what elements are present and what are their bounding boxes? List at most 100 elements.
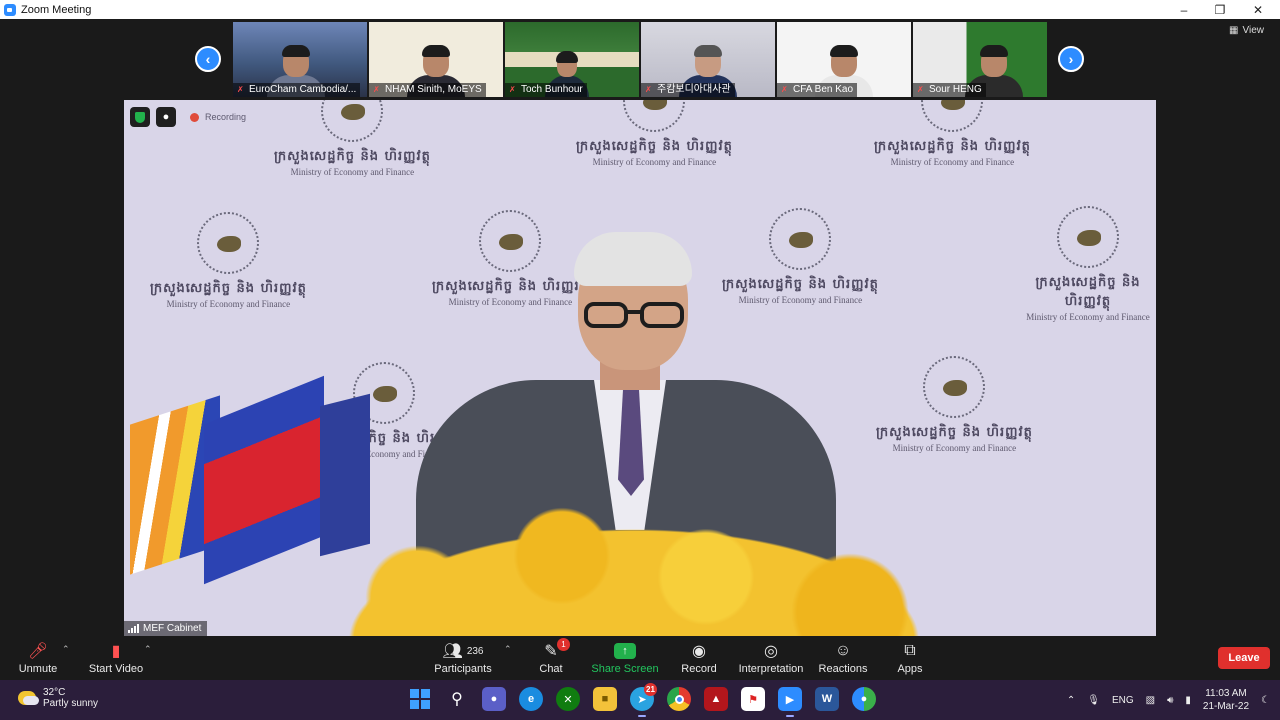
teams-chat-button[interactable]: ● <box>482 687 506 711</box>
network-icon[interactable]: ▧ <box>1146 695 1155 706</box>
weather-text: Partly sunny <box>43 698 99 709</box>
signal-icon <box>128 624 139 633</box>
globe-icon: ◎ <box>764 643 778 660</box>
unmute-label: Unmute <box>18 663 58 675</box>
record-button[interactable]: ◉ Record <box>661 640 737 678</box>
participant-name: NHAM Sinith, MoEYS <box>369 83 486 97</box>
record-label: Record <box>681 663 717 675</box>
audio-status-icon[interactable]: ● <box>156 107 176 127</box>
apps-button[interactable]: ⧉ Apps <box>872 640 948 678</box>
maximize-button[interactable]: ❐ <box>1200 0 1240 19</box>
clock[interactable]: 11:03 AM 21-Mar-22 <box>1203 687 1249 713</box>
app-icon: ▲ <box>710 693 722 705</box>
recording-icon <box>190 112 199 122</box>
participants-icon: 👥︎ <box>442 643 463 660</box>
participant-name: EuroCham Cambodia/... <box>233 83 361 97</box>
chrome-button[interactable] <box>667 687 691 711</box>
edge-button[interactable]: e <box>519 687 543 711</box>
partly-sunny-icon <box>18 691 39 705</box>
backdrop-kh-text: ក្រសួងសេដ្ឋកិច្ច និង ហិរញ្ញវត្ថុ <box>1035 275 1141 309</box>
participant-tile[interactable]: ✗ Toch Bunhour <box>505 22 639 97</box>
participant-tile[interactable]: ✗ 주캄보디아대사관 <box>641 22 775 97</box>
participants-count: 236 <box>466 645 484 657</box>
backdrop-logo: ក្រសួងសេដ្ឋកិច្ច និង ហិរញ្ញវត្ថុ Ministr… <box>876 356 1033 453</box>
ministry-emblem-icon <box>923 356 986 418</box>
backdrop-en-text: Ministry of Economy and Finance <box>1026 312 1150 322</box>
search-button[interactable]: ⚲ <box>445 687 469 711</box>
backdrop-kh-text: ក្រសួងសេដ្ឋកិច្ច និង ហិរញ្ញវត្ថុ <box>876 425 1033 440</box>
participant-tile[interactable]: ✗ Sour HENG <box>913 22 1047 97</box>
muted-mic-icon: ✗ <box>237 85 244 94</box>
backdrop-logo: ក្រសួងសេដ្ឋកិច្ច និង ហិរញ្ញវត្ថុ Ministr… <box>576 100 733 167</box>
video-off-icon: ▮ <box>111 643 121 660</box>
backdrop-logo: ក្រសួងសេដ្ឋកិច្ច និង ហិរញ្ញវត្ថុ Ministr… <box>150 212 307 309</box>
app-flag-button[interactable]: ⚑ <box>741 687 765 711</box>
share-screen-label: Share Screen <box>591 663 659 675</box>
reactions-button[interactable]: ☺ Reactions <box>805 640 881 678</box>
start-video-button[interactable]: ▮ Start Video <box>78 640 154 678</box>
chevron-up-icon[interactable]: ⌃ <box>1067 695 1075 706</box>
app-red-button[interactable]: ▲ <box>704 687 728 711</box>
previous-page-button[interactable]: ‹ <box>195 46 221 72</box>
chevron-left-icon: ‹ <box>205 51 211 67</box>
muted-mic-icon: ✗ <box>509 85 516 94</box>
weather-widget[interactable]: 32°C Partly sunny <box>18 687 98 709</box>
apps-icon: ⧉ <box>904 642 916 659</box>
app-icon: ● <box>860 693 868 705</box>
close-button[interactable]: ✕ <box>1238 0 1278 19</box>
view-button[interactable]: ▦ View <box>1229 25 1264 36</box>
battery-icon[interactable]: ▮ <box>1185 695 1191 706</box>
participant-tile[interactable]: ✗ NHAM Sinith, MoEYS <box>369 22 503 97</box>
recording-label: Recording <box>205 112 247 122</box>
telegram-badge: 21 <box>644 683 657 696</box>
start-button[interactable] <box>408 687 432 711</box>
participant-strip: ✗ EuroCham Cambodia/... ✗ NHAM Sinith, M… <box>233 22 1047 97</box>
muted-mic-icon: ✗ <box>917 85 924 94</box>
xbox-button[interactable]: ✕ <box>556 687 580 711</box>
video-options-caret[interactable]: ⌃ <box>144 644 152 655</box>
telegram-button[interactable]: ➤ 21 <box>630 683 657 717</box>
participant-tile[interactable]: ✗ EuroCham Cambodia/... <box>233 22 367 97</box>
participant-tile[interactable]: ✗ CFA Ben Kao <box>777 22 911 97</box>
encryption-shield-icon[interactable] <box>130 107 150 127</box>
backdrop-en-text: Ministry of Economy and Finance <box>166 299 291 309</box>
word-button[interactable]: W <box>815 687 839 711</box>
file-explorer-button[interactable]: ■ <box>593 687 617 711</box>
grid-icon: ▦ <box>1229 25 1239 36</box>
audio-options-caret[interactable]: ⌃ <box>62 644 70 655</box>
ministry-emblem-icon <box>1057 206 1119 268</box>
volume-icon[interactable]: 🔊︎ <box>1167 695 1173 706</box>
participants-label: Participants <box>434 663 492 675</box>
system-tray: ⌃ 🎙︎ ENG ▧ 🔊︎ ▮ 11:03 AM 21-Mar-22 ☾ <box>1067 680 1270 720</box>
zoom-taskbar-button[interactable]: ▶ <box>778 687 802 717</box>
interpretation-button[interactable]: ◎ Interpretation <box>733 640 809 678</box>
share-screen-button[interactable]: ↑ Share Screen <box>587 640 663 678</box>
muted-mic-icon: ✗ <box>781 85 788 94</box>
edge-icon: e <box>527 693 535 705</box>
participant-name: 주캄보디아대사관 <box>641 83 735 97</box>
record-icon: ◉ <box>692 643 706 660</box>
zoom-icon <box>4 3 16 16</box>
speaker-hair <box>574 232 692 286</box>
leave-button[interactable]: Leave <box>1218 647 1270 669</box>
microphone-icon[interactable]: 🎙︎ <box>1087 695 1100 706</box>
app-green-button[interactable]: ● <box>852 687 876 711</box>
language-indicator[interactable]: ENG <box>1112 695 1134 706</box>
minimize-button[interactable]: – <box>1164 0 1204 19</box>
backdrop-kh-text: ក្រសួងសេដ្ឋកិច្ច និង ហិរញ្ញវត្ថុ <box>874 139 1031 154</box>
muted-mic-icon: 🎤︎ <box>27 643 49 660</box>
moon-icon[interactable]: ☾ <box>1261 695 1270 706</box>
backdrop-kh-text: ក្រសួងសេដ្ឋកិច្ច និង ហិរញ្ញវត្ថុ <box>274 149 431 164</box>
word-icon: W <box>821 693 833 705</box>
chat-bubble-icon: ● <box>490 693 498 705</box>
taskbar-apps: ⚲ ● e ✕ ■ ➤ 21 ▲ ⚑ ▶ W ● <box>408 683 876 717</box>
backdrop-en-text: Ministry of Economy and Finance <box>890 157 1015 167</box>
next-page-button[interactable]: › <box>1058 46 1084 72</box>
window-title: Zoom Meeting <box>21 3 92 16</box>
participants-button[interactable]: 👥︎ 236 Participants <box>425 640 501 678</box>
chat-button[interactable]: ✎ 1 Chat <box>513 638 589 678</box>
apps-label: Apps <box>897 663 923 675</box>
clock-date: 21-Mar-22 <box>1202 701 1250 712</box>
participants-options-caret[interactable]: ⌃ <box>504 644 512 655</box>
chevron-right-icon: › <box>1068 51 1074 67</box>
